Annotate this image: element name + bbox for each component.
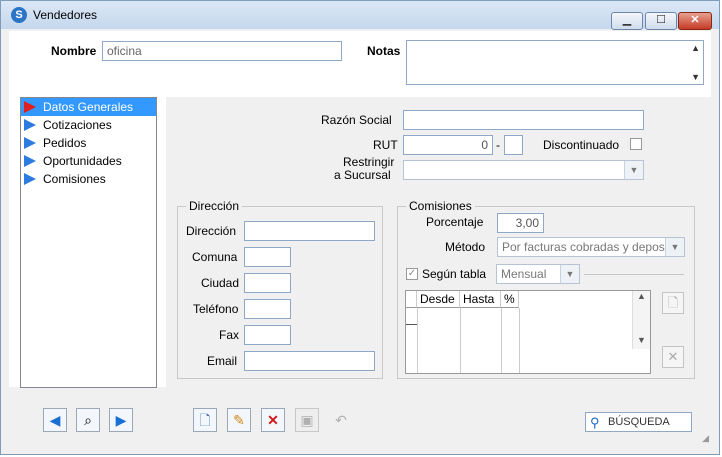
triangle-right-icon [24, 155, 36, 167]
telefono-input[interactable] [244, 299, 291, 319]
chevron-down-icon[interactable]: ▼ [624, 161, 643, 179]
arrow-left-icon: ◀ [49, 412, 61, 428]
restringir-label-line1: Restringir [343, 155, 395, 169]
telefono-label: Teléfono [193, 302, 239, 316]
chevron-down-icon[interactable]: ▼ [665, 238, 684, 256]
scroll-up-icon[interactable]: ▲ [633, 291, 650, 305]
rut-input[interactable]: 0 [403, 135, 493, 155]
direccion-input[interactable] [244, 221, 375, 241]
scroll-down-icon[interactable]: ▼ [691, 72, 700, 82]
email-input[interactable] [244, 351, 375, 371]
razon-social-label: Razón Social [321, 113, 392, 127]
delete-row-button[interactable]: ✕ [662, 346, 684, 368]
grid-line [519, 308, 520, 373]
email-label: Email [207, 354, 238, 368]
document-icon: 🗋 [199, 412, 211, 428]
column-header-desde[interactable]: Desde [417, 291, 460, 308]
rut-label: RUT [373, 138, 398, 152]
undo-button[interactable]: ↶ [329, 408, 353, 432]
floppy-disk-icon: ▣ [300, 412, 314, 428]
datos-generales-panel: Razón Social RUT 0 - Discontinuado Restr… [166, 97, 711, 388]
search-button[interactable]: ⚲ BÚSQUEDA [585, 412, 692, 432]
nombre-label: Nombre [51, 44, 97, 58]
grid-line [417, 308, 418, 373]
segun-tabla-checkbox[interactable]: ✓ [406, 268, 418, 280]
ciudad-input[interactable] [244, 273, 291, 293]
separator-line [584, 274, 684, 275]
toolbar: ◀ ⌕ ▶ 🗋 ✎ ✕ ▣ ↶ ⚲ BÚSQUEDA ◢ [9, 398, 711, 446]
nav-item-pedidos[interactable]: Pedidos [21, 134, 156, 152]
save-record-button[interactable]: ▣ [295, 408, 319, 432]
rut-dv-input[interactable] [504, 135, 523, 155]
pencil-icon: ✎ [233, 412, 245, 428]
nombre-input[interactable]: oficina [102, 41, 342, 61]
new-record-button[interactable]: 🗋 [193, 408, 217, 432]
title-bar[interactable]: S Vendedores ▁ ☐ ✕ [1, 1, 719, 30]
nav-item-comisiones[interactable]: Comisiones [21, 170, 156, 188]
comisiones-legend: Comisiones [409, 199, 472, 213]
metodo-select[interactable]: Por facturas cobradas y depos ▼ [497, 237, 685, 257]
notas-textarea[interactable]: ▲ ▼ [406, 40, 704, 85]
metodo-label: Método [445, 240, 486, 254]
razon-social-input[interactable] [403, 110, 644, 130]
porcentaje-label: Porcentaje [426, 215, 484, 229]
triangle-right-icon [24, 137, 36, 149]
chevron-down-icon[interactable]: ▼ [560, 265, 579, 283]
direccion-legend: Dirección [189, 199, 240, 213]
previous-record-button[interactable]: ◀ [43, 408, 67, 432]
next-record-button[interactable]: ▶ [109, 408, 133, 432]
nav-item-datos-generales[interactable]: Datos Generales [21, 98, 156, 116]
ciudad-label: Ciudad [201, 276, 240, 290]
edit-record-button[interactable]: ✎ [227, 408, 251, 432]
find-button[interactable]: ⌕ [76, 408, 100, 432]
grid-line [501, 308, 502, 373]
restringir-label-line2: a Sucursal [334, 168, 391, 182]
minimize-button[interactable]: ▁ [611, 12, 643, 30]
comuna-label: Comuna [192, 250, 238, 264]
maximize-button[interactable]: ☐ [645, 12, 677, 30]
triangle-right-icon [24, 119, 36, 131]
grid-line [460, 308, 461, 373]
column-header-hasta[interactable]: Hasta [460, 291, 501, 308]
notas-label: Notas [367, 44, 401, 58]
rut-dash: - [496, 138, 500, 152]
section-list: Datos Generales Cotizaciones Pedidos Opo… [20, 97, 157, 388]
magnifier-icon: ⚲ [590, 415, 600, 430]
scroll-up-icon[interactable]: ▲ [691, 43, 700, 53]
table-scrollbar[interactable]: ▲ ▼ [632, 291, 650, 349]
triangle-right-icon [24, 101, 36, 113]
row-header-corner [406, 291, 417, 308]
client-area: Nombre oficina Notas ▲ ▼ Datos Generales… [9, 31, 711, 388]
undo-arrow-icon: ↶ [335, 412, 347, 428]
discontinuado-checkbox[interactable] [630, 138, 642, 150]
new-row-button[interactable]: 🗋 [662, 292, 684, 314]
comuna-input[interactable] [244, 247, 291, 267]
porcentaje-input[interactable]: 3,00 [497, 213, 544, 233]
nav-item-cotizaciones[interactable]: Cotizaciones [21, 116, 156, 134]
delete-record-button[interactable]: ✕ [261, 408, 285, 432]
window-vendedores: S Vendedores ▁ ☐ ✕ Nombre oficina Notas … [0, 0, 720, 455]
window-title: Vendedores [33, 8, 98, 22]
x-icon: ✕ [267, 412, 279, 428]
restringir-sucursal-select[interactable]: ▼ [403, 160, 644, 180]
row-marker [406, 324, 417, 325]
nav-item-oportunidades[interactable]: Oportunidades [21, 152, 156, 170]
column-header-percent[interactable]: % [501, 291, 519, 308]
app-logo-icon: S [11, 7, 27, 23]
segun-tabla-label: Según tabla [422, 267, 487, 281]
binoculars-icon: ⌕ [84, 412, 92, 428]
comisiones-table[interactable]: Desde Hasta % ▲ ▼ [405, 290, 651, 374]
direccion-label: Dirección [186, 224, 237, 238]
periodo-select[interactable]: Mensual ▼ [496, 264, 580, 284]
fax-input[interactable] [244, 325, 291, 345]
arrow-right-icon: ▶ [115, 412, 127, 428]
resize-grip-icon[interactable]: ◢ [702, 433, 709, 444]
discontinuado-label: Discontinuado [543, 138, 620, 152]
fax-label: Fax [219, 328, 240, 342]
close-button[interactable]: ✕ [678, 12, 712, 30]
triangle-right-icon [24, 173, 36, 185]
document-icon: 🗋 [667, 295, 679, 310]
scroll-down-icon[interactable]: ▼ [633, 335, 650, 349]
x-icon: ✕ [667, 349, 679, 364]
